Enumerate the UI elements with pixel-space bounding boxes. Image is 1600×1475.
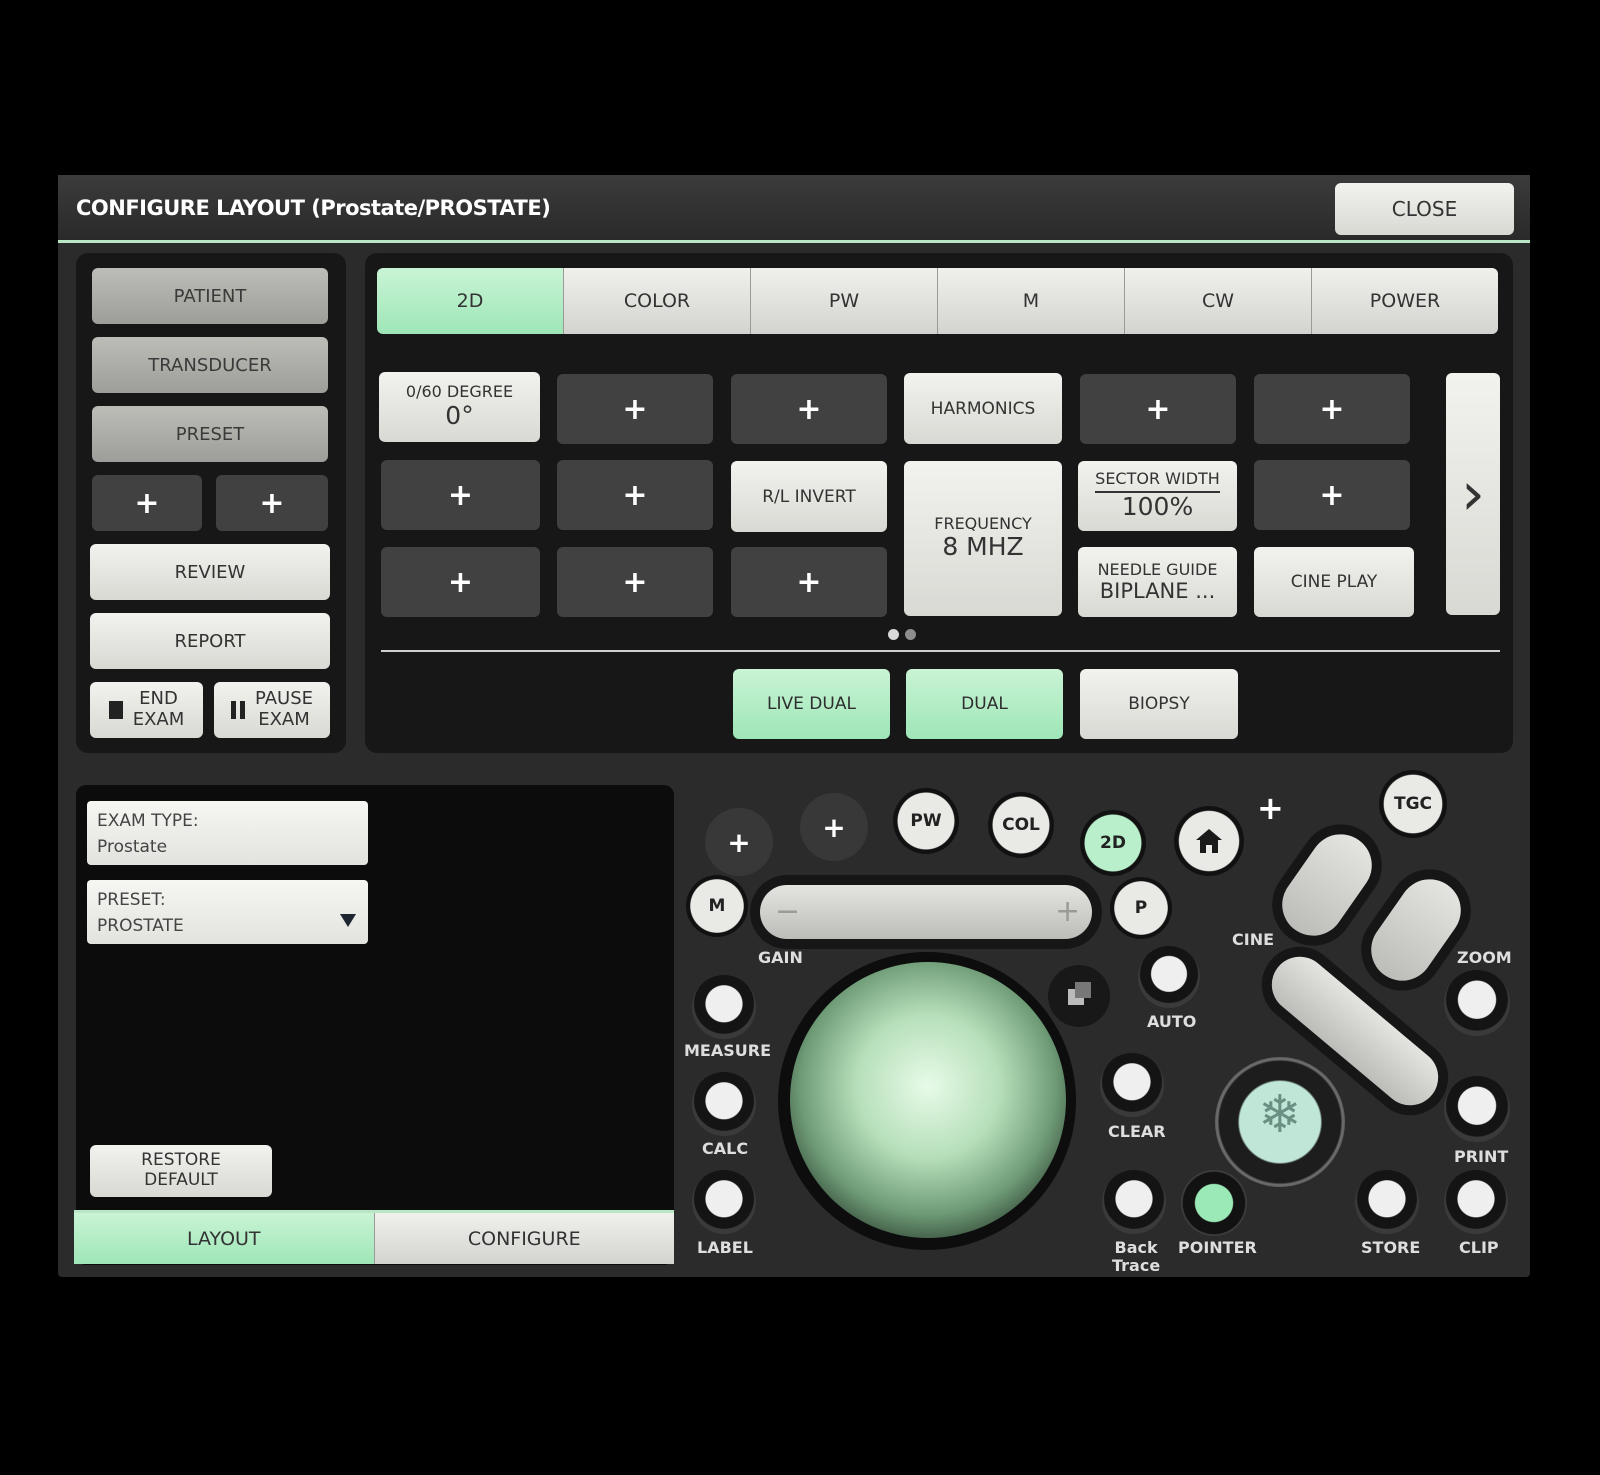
page-indicator-dot-active xyxy=(888,629,899,640)
clear-label: CLEAR xyxy=(1108,1122,1166,1141)
preset-select[interactable]: PRESET: PROSTATE xyxy=(87,880,368,944)
home-button[interactable] xyxy=(1174,806,1244,876)
calc-button[interactable] xyxy=(692,1072,756,1136)
zoom-knob[interactable] xyxy=(1444,970,1510,1036)
cine-play-button[interactable]: CINE PLAY xyxy=(1254,547,1414,617)
pause-exam-button[interactable]: PAUSE EXAM xyxy=(214,682,330,738)
print-label: PRINT xyxy=(1454,1147,1509,1166)
auto-label: AUTO xyxy=(1147,1012,1197,1031)
grid-plus-button[interactable]: + xyxy=(557,374,713,444)
grid-plus-button[interactable]: + xyxy=(381,460,540,530)
frequency-button[interactable]: FREQUENCY 8 MHZ xyxy=(904,461,1062,616)
review-button[interactable]: REVIEW xyxy=(90,544,330,600)
gain-label: GAIN xyxy=(758,948,803,967)
tab-cw[interactable]: CW xyxy=(1125,268,1312,334)
tab-layout[interactable]: LAYOUT xyxy=(74,1213,375,1264)
rl-invert-button[interactable]: R/L INVERT xyxy=(731,461,887,532)
store-button[interactable] xyxy=(1355,1170,1419,1234)
auto-button[interactable] xyxy=(1138,946,1200,1008)
report-button[interactable]: REPORT xyxy=(90,613,330,669)
transducer-button[interactable]: TRANSDUCER xyxy=(92,337,328,393)
bottom-tabs: LAYOUT CONFIGURE xyxy=(74,1210,674,1264)
p-button[interactable]: P xyxy=(1110,877,1172,939)
tab-color[interactable]: COLOR xyxy=(564,268,751,334)
grid-plus-button[interactable]: + xyxy=(731,374,887,444)
end-exam-button[interactable]: END EXAM xyxy=(90,682,203,738)
pause-icon xyxy=(231,701,236,719)
calc-label: CALC xyxy=(702,1139,749,1158)
measure-label: MEASURE xyxy=(684,1041,771,1060)
2d-button[interactable]: 2D xyxy=(1080,810,1146,876)
pointer-button[interactable] xyxy=(1181,1170,1247,1236)
gain-plus-icon: + xyxy=(1055,894,1081,929)
needle-guide-button[interactable]: NEEDLE GUIDE BIPLANE ... xyxy=(1078,547,1237,617)
freeze-button[interactable]: ❄ xyxy=(1215,1057,1345,1187)
snowflake-icon: ❄ xyxy=(1258,1085,1302,1145)
close-button[interactable]: CLOSE xyxy=(1335,183,1514,235)
console-plus-button[interactable]: + xyxy=(800,793,868,861)
divider xyxy=(381,650,1500,652)
grid-plus-button[interactable]: + xyxy=(557,460,713,530)
stop-icon xyxy=(108,701,123,719)
back-trace-label: Back Trace xyxy=(1112,1238,1161,1276)
print-button[interactable] xyxy=(1444,1076,1510,1142)
store-label: STORE xyxy=(1361,1238,1421,1257)
mode-tabs: 2D COLOR PW M CW POWER xyxy=(377,268,1498,334)
sidebar-plus-button-2[interactable]: + xyxy=(216,475,328,531)
pointer-label: POINTER xyxy=(1178,1238,1257,1257)
tab-power[interactable]: POWER xyxy=(1312,268,1498,334)
next-page-button[interactable]: › xyxy=(1446,373,1500,615)
preset-button[interactable]: PRESET xyxy=(92,406,328,462)
grid-plus-button[interactable]: + xyxy=(1254,460,1410,530)
exam-type-field: EXAM TYPE: Prostate xyxy=(87,801,368,865)
grid-plus-button[interactable]: + xyxy=(557,547,713,617)
label-label: LABEL xyxy=(697,1238,753,1257)
label-button[interactable] xyxy=(692,1170,756,1234)
gain-slider[interactable] xyxy=(760,885,1092,939)
page-indicator-dot xyxy=(905,629,916,640)
clip-label: CLIP xyxy=(1459,1238,1499,1257)
grid-plus-button[interactable]: + xyxy=(1080,374,1236,444)
harmonics-button[interactable]: HARMONICS xyxy=(904,373,1062,444)
patient-button[interactable]: PATIENT xyxy=(92,268,328,324)
console-plus-button[interactable]: + xyxy=(705,808,773,876)
tgc-button[interactable]: TGC xyxy=(1379,770,1447,838)
sector-width-button[interactable]: SECTOR WIDTH 100% xyxy=(1078,461,1237,531)
home-icon xyxy=(1196,829,1222,853)
live-dual-button[interactable]: LIVE DUAL xyxy=(733,669,890,739)
pw-button[interactable]: PW xyxy=(893,788,959,854)
dual-screen-button[interactable] xyxy=(1048,965,1110,1027)
zoom-label: ZOOM xyxy=(1457,948,1512,967)
dropdown-arrow-icon xyxy=(340,914,356,927)
clip-button[interactable] xyxy=(1444,1170,1508,1234)
tab-2d[interactable]: 2D xyxy=(377,268,564,334)
grid-plus-button[interactable]: + xyxy=(1254,374,1410,444)
cine-label: CINE xyxy=(1232,930,1275,949)
tab-m[interactable]: M xyxy=(938,268,1125,334)
restore-default-button[interactable]: RESTORE DEFAULT xyxy=(90,1145,272,1197)
console-plus-icon[interactable]: + xyxy=(1257,789,1284,827)
trackball[interactable] xyxy=(790,962,1066,1238)
tab-pw[interactable]: PW xyxy=(751,268,938,334)
m-button[interactable]: M xyxy=(686,875,748,937)
back-trace-button[interactable] xyxy=(1102,1170,1166,1234)
measure-button[interactable] xyxy=(692,975,756,1039)
biopsy-button[interactable]: BIOPSY xyxy=(1080,669,1238,739)
tab-configure[interactable]: CONFIGURE xyxy=(374,1213,674,1264)
degree-button[interactable]: 0/60 DEGREE 0° xyxy=(379,372,540,442)
col-button[interactable]: COL xyxy=(988,792,1054,858)
window-title: CONFIGURE LAYOUT (Prostate/PROSTATE) xyxy=(76,196,551,220)
gain-minus-icon: − xyxy=(775,894,801,929)
sidebar-plus-button-1[interactable]: + xyxy=(92,475,202,531)
grid-plus-button[interactable]: + xyxy=(731,547,887,617)
clear-button[interactable] xyxy=(1100,1053,1164,1117)
dual-button[interactable]: DUAL xyxy=(906,669,1063,739)
grid-plus-button[interactable]: + xyxy=(381,547,540,617)
